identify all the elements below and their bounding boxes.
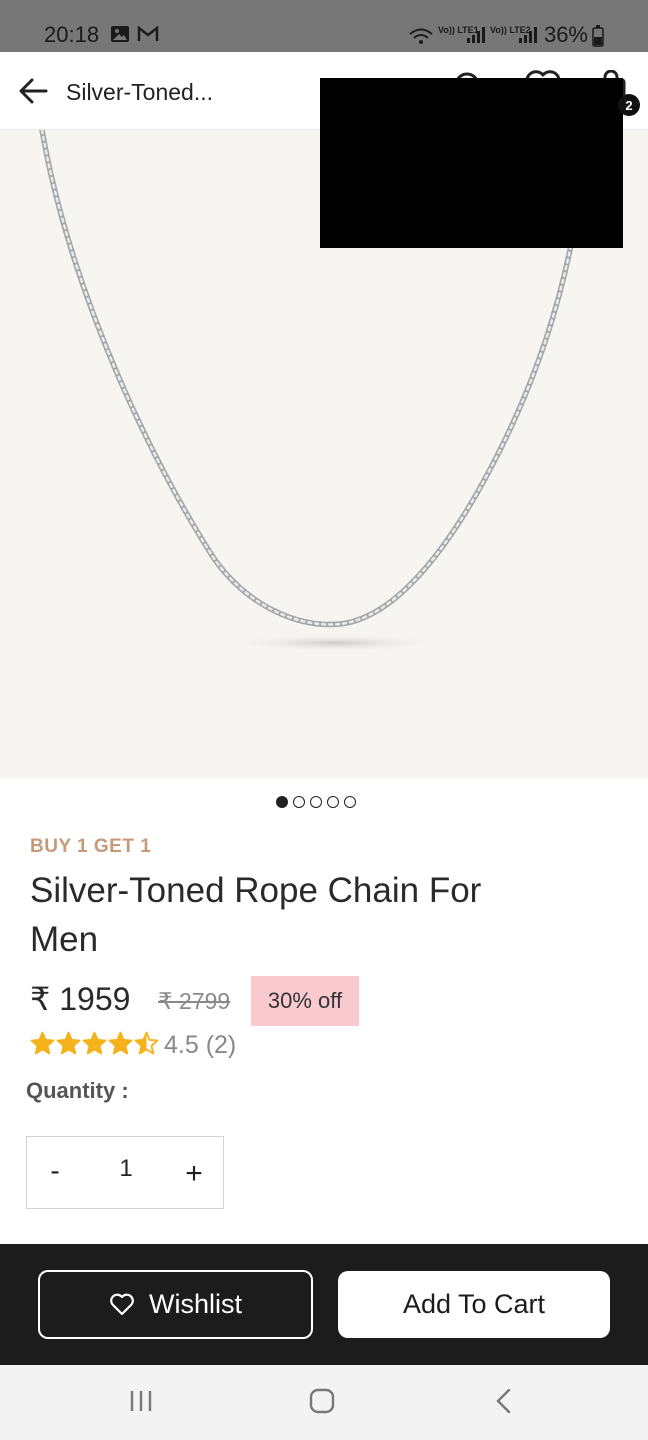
product-title: Silver-Toned Rope Chain For Men — [30, 871, 482, 959]
promo-label: BUY 1 GET 1 — [30, 836, 152, 857]
carousel-dot[interactable] — [327, 796, 339, 808]
discount-badge: 30% off — [251, 976, 359, 1026]
add-to-cart-label: Add To Cart — [402, 1289, 546, 1319]
signal-icon — [519, 27, 537, 43]
signal-icon — [467, 27, 485, 43]
system-nav-bar — [0, 1365, 648, 1440]
quantity-label: Quantity : — [26, 1078, 129, 1103]
carousel-dot[interactable] — [310, 796, 322, 808]
star-icon — [56, 1031, 81, 1055]
carousel-dot[interactable] — [344, 796, 356, 808]
action-bar: Wishlist Add To Cart — [0, 1244, 648, 1365]
wifi-icon — [409, 28, 433, 44]
star-icon — [82, 1031, 107, 1055]
carousel-dot[interactable] — [293, 796, 305, 808]
home-icon[interactable] — [308, 1387, 336, 1415]
star-icon — [108, 1031, 133, 1055]
quantity-decrease-button[interactable]: - — [45, 1155, 65, 1187]
heart-icon — [110, 1293, 134, 1315]
battery-percent: 36% — [543, 22, 588, 47]
rating-text: 4.5 (2) — [164, 1031, 237, 1059]
wishlist-label: Wishlist — [149, 1289, 242, 1319]
recent-apps-icon[interactable] — [128, 1387, 154, 1415]
add-to-cart-button[interactable]: Add To Cart — [338, 1271, 610, 1338]
gmail-icon — [137, 25, 159, 41]
quantity-increase-button[interactable]: + — [179, 1157, 209, 1191]
carousel-dot[interactable] — [276, 796, 288, 808]
star-icon — [30, 1031, 55, 1055]
wishlist-button[interactable]: Wishlist — [38, 1270, 313, 1339]
star-icon — [134, 1031, 159, 1055]
back-button[interactable] — [14, 74, 52, 108]
sale-price: ₹ 1959 — [30, 981, 131, 1017]
back-nav-icon[interactable] — [492, 1387, 516, 1415]
cart-count-badge: 2 — [618, 94, 640, 116]
header-title: Silver-Toned... — [66, 79, 214, 105]
gallery-icon — [111, 26, 129, 42]
redacted-region — [320, 78, 623, 248]
status-time: 20:18 — [44, 22, 100, 47]
status-bar: 20:18 Vo)) LTE1 Vo)) LTE2 36% — [0, 0, 648, 52]
rating-stars — [30, 1031, 159, 1056]
original-price: ₹ 2799 — [158, 988, 231, 1014]
battery-icon — [592, 25, 604, 47]
quantity-value[interactable]: 1 — [111, 1155, 141, 1183]
carousel-indicator — [276, 796, 356, 808]
quantity-stepper: - 1 + — [26, 1136, 224, 1209]
back-arrow-icon — [19, 78, 48, 104]
